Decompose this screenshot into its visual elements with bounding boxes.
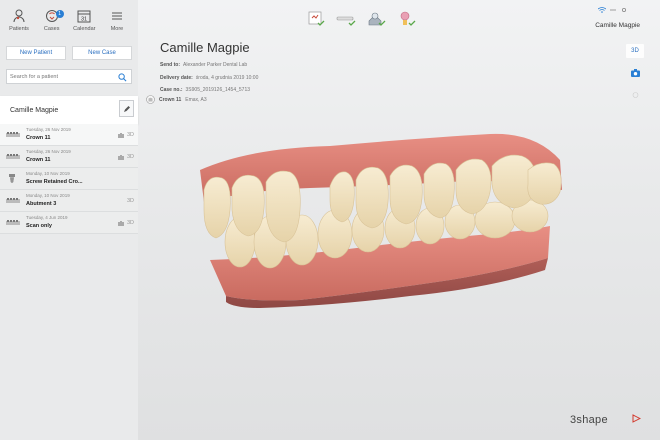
new-patient-button[interactable]: New Patient [6,46,66,60]
brand-mark-icon [632,414,641,423]
edit-icon [124,106,130,112]
delivery-row: Delivery date: środa, 4 grudnia 2019 10:0… [160,75,258,81]
case-view-3d[interactable]: 3D [127,220,134,226]
workflow-toolbar [305,8,417,30]
patient-name: Camille Magpie [10,107,59,114]
case-title: Crown 11 [26,135,51,141]
case-item[interactable]: Tuesday, 26 Nov 2019 Crown 11 3D [0,146,138,168]
delivery-value: środa, 4 grudnia 2019 10:00 [195,74,259,81]
send-to-row: Send to: Alexander Parker Dental Lab [160,62,258,68]
case-view-3d[interactable]: 3D [127,132,134,138]
selected-patient[interactable]: Camille Magpie [0,96,138,124]
camera-icon [630,69,640,77]
case-no-row: Case no.: 3S905_2019126_1454_5713 [160,87,258,93]
case-date: Tuesday, 26 Nov 2019 [26,127,71,132]
nav-patients-label: Patients [9,26,29,32]
nav-more[interactable]: More [102,8,132,38]
send-to-label: Send to: [160,62,180,68]
search-input[interactable] [10,71,115,82]
camera-icon [118,133,124,138]
scan-step[interactable] [335,9,357,29]
settings-icon[interactable] [620,7,628,13]
case-thumbnail-icon [6,132,20,137]
nav-calendar-label: Calendar [73,26,96,32]
light-toggle-button[interactable] [626,88,644,102]
order-form-step[interactable] [305,9,327,29]
nav-cases[interactable]: 1 Cases [37,8,67,38]
camera-icon [118,221,124,226]
patient-search [6,69,132,84]
case-thumbnail-icon [6,198,20,203]
case-thumbnail-icon [6,154,20,159]
delivery-label: Delivery date: [160,74,193,81]
send-to-value: Alexander Parker Dental Lab [183,62,248,68]
nav-more-label: More [110,26,124,32]
wifi-icon [598,7,606,13]
send-lab-icon [368,12,386,26]
case-date: Monday, 10 Nov 2019 [26,171,70,176]
current-user[interactable]: Camille Magpie [595,22,640,29]
more-icon [111,12,122,20]
case-no-value: 3S905_2019126_1454_5713 [185,87,251,93]
view-tools: 3D [626,44,644,110]
crown-label: Crown 11 [159,96,182,103]
case-item[interactable]: Monday, 10 Nov 2019 Abutment 3 3D [0,190,138,212]
nav-cases-label: Cases [43,26,60,32]
case-no-label: Case no.: [160,87,183,93]
camera-icon [118,155,124,160]
action-buttons: New Patient New Case [6,46,132,60]
new-case-button[interactable]: New Case [72,46,132,60]
scanner-icon [336,16,356,26]
case-item[interactable]: Tuesday, 4 Jun 2019 Scan only 3D [0,212,138,234]
tooth-icon [146,95,155,104]
case-item[interactable]: Monday, 10 Nov 2019 Screw Retained Cro..… [0,168,138,190]
left-panel: Patients 1 Cases 31 Calendar More New Pa… [0,0,138,440]
case-view-3d[interactable]: 3D [127,154,134,160]
case-title-heading: Camille Magpie [160,40,250,55]
case-title: Crown 11 [26,157,51,163]
snapshot-button[interactable] [626,66,644,80]
send-step[interactable] [365,9,387,29]
status-icons [598,7,628,13]
patients-icon [13,9,25,23]
view-3d-button[interactable]: 3D [626,44,644,58]
main-nav: Patients 1 Cases 31 Calendar More [0,0,138,38]
case-date: Tuesday, 26 Nov 2019 [26,149,71,154]
nav-calendar[interactable]: 31 Calendar [69,8,99,38]
cases-badge: 1 [55,10,64,18]
minimize-icon[interactable] [609,7,617,13]
screw-implant-icon [9,174,15,183]
dental-scan-viewport[interactable] [190,130,570,310]
treatment-icon [400,11,416,26]
case-item[interactable]: Tuesday, 26 Nov 2019 Crown 11 3D [0,124,138,146]
case-header: Camille Magpie Send to: Alexander Parker … [160,40,258,100]
case-title: Scan only [26,223,52,229]
case-date: Tuesday, 4 Jun 2019 [26,215,68,220]
case-title: Abutment 3 [26,201,57,207]
order-form-icon [308,11,325,26]
crown-row: Crown 11 Emax, A3 [146,95,207,104]
case-date: Monday, 10 Nov 2019 [26,193,70,198]
treatment-step[interactable] [395,9,417,29]
calendar-icon: 31 [77,10,91,23]
search-icon[interactable] [118,73,127,82]
brand-logo: 3shape [570,414,608,426]
calendar-day: 31 [81,17,87,23]
case-list: Tuesday, 26 Nov 2019 Crown 11 3D Tuesday… [0,124,138,234]
nav-patients[interactable]: Patients [4,8,34,38]
case-view-3d[interactable]: 3D [127,198,134,204]
case-thumbnail-icon [6,220,20,225]
circle-icon [632,92,638,98]
crown-material: Emax, A3 [185,96,207,103]
case-title: Screw Retained Cro... [26,179,83,185]
edit-patient-button[interactable] [119,100,134,117]
